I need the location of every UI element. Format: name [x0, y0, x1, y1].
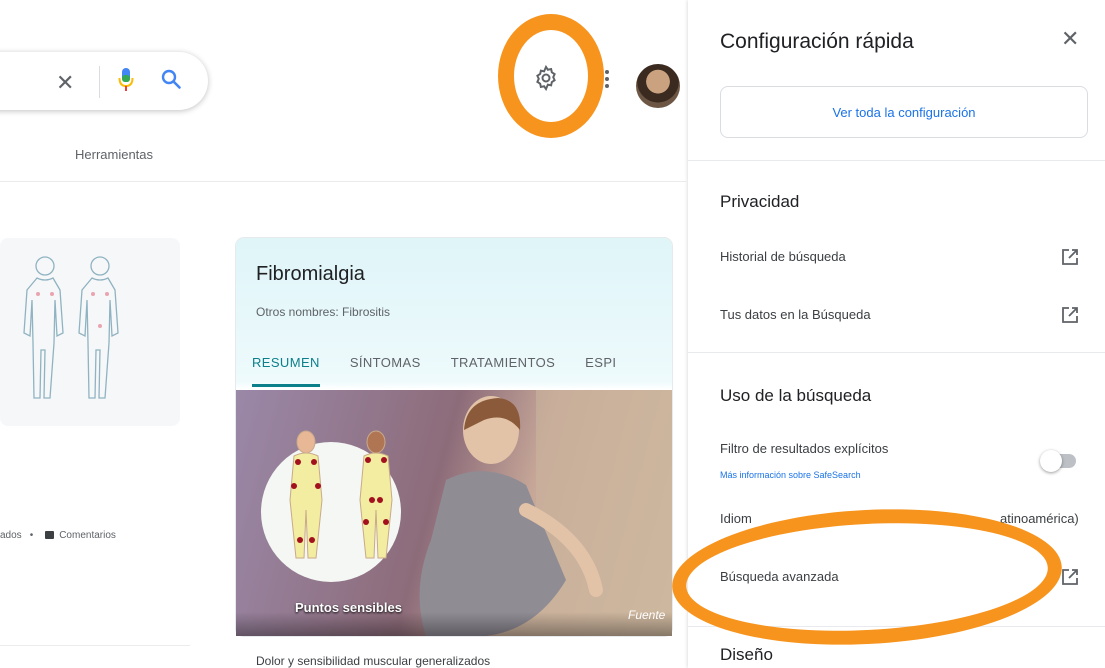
search-icon[interactable] [160, 68, 182, 90]
microphone-icon[interactable] [118, 67, 134, 93]
body-diagram-card[interactable] [0, 238, 180, 426]
divider [688, 626, 1105, 627]
feedback-icon [45, 531, 55, 539]
tools-tab[interactable]: Herramientas [75, 147, 153, 162]
more-vert-icon[interactable] [604, 68, 610, 90]
divider [688, 352, 1105, 353]
search-usage-heading: Uso de la búsqueda [720, 386, 872, 405]
close-icon[interactable]: ✕ [1061, 28, 1079, 50]
gear-icon[interactable] [532, 64, 560, 92]
language-value[interactable]: atinoamérica) [1000, 511, 1079, 526]
avatar[interactable] [636, 64, 680, 108]
separator-dot: • [29, 530, 34, 541]
results-label: ados [0, 530, 22, 541]
divider [688, 160, 1105, 161]
open-in-new-icon[interactable] [1060, 247, 1080, 267]
open-in-new-icon[interactable] [1060, 305, 1080, 325]
your-data-item[interactable]: Tus datos en la Búsqueda [720, 307, 871, 322]
kp-subtitle: Otros nombres: Fibrositis [256, 305, 391, 319]
search-box-divider [99, 66, 100, 98]
divider [0, 645, 190, 646]
kp-image-source[interactable]: Fuente [628, 608, 665, 622]
feedback-row: ados • Comentarios [0, 530, 116, 541]
kp-title: Fibromialgia [256, 263, 365, 285]
close-icon[interactable]: ✕ [56, 72, 74, 94]
tab-resumen[interactable]: RESUMEN [252, 355, 320, 387]
feedback-link[interactable]: Comentarios [59, 530, 116, 541]
kp-image-label: Puntos sensibles [295, 600, 402, 615]
kp-description: Dolor y sensibilidad muscular generaliza… [256, 654, 491, 668]
kp-image-caption-bar [236, 612, 672, 636]
body-diagram-icon [23, 256, 119, 399]
explicit-filter-label: Filtro de resultados explícitos [720, 441, 889, 456]
kp-tabs: RESUMEN SÍNTOMAS TRATAMIENTOS ESPI [252, 354, 672, 394]
see-all-settings-button[interactable]: Ver toda la configuración [720, 86, 1088, 138]
quick-settings-title: Configuración rápida [720, 30, 914, 53]
search-history-item[interactable]: Historial de búsqueda [720, 249, 846, 264]
tab-especialistas[interactable]: ESPI [585, 355, 616, 384]
advanced-search-item[interactable]: Búsqueda avanzada [720, 569, 839, 584]
tab-tratamientos[interactable]: TRATAMIENTOS [451, 355, 555, 384]
divider [0, 181, 686, 182]
toggle-knob[interactable] [1040, 450, 1062, 472]
appearance-heading: Diseño [720, 645, 773, 664]
safesearch-link[interactable]: Más información sobre SafeSearch [720, 470, 861, 480]
privacy-heading: Privacidad [720, 192, 800, 211]
language-item[interactable]: Idiom [720, 511, 752, 526]
open-in-new-icon[interactable] [1060, 567, 1080, 587]
tab-sintomas[interactable]: SÍNTOMAS [350, 355, 421, 384]
